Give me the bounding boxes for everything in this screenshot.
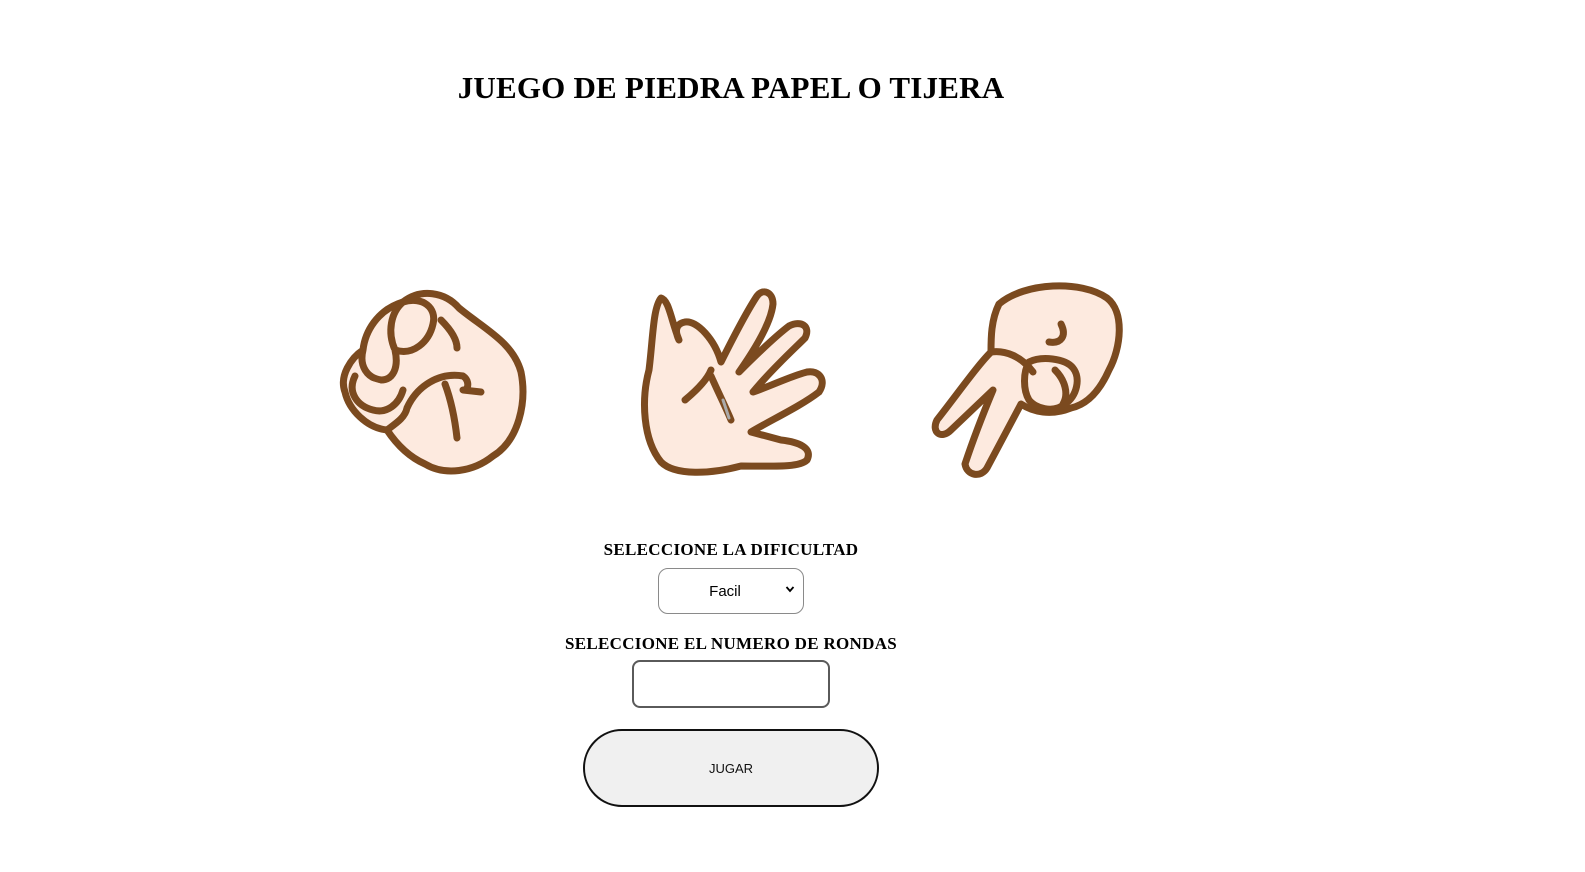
rounds-label: SELECCIONE EL NUMERO DE RONDAS bbox=[564, 634, 898, 653]
page-title: JUEGO DE PIEDRA PAPEL O TIJERA bbox=[457, 70, 1005, 105]
scissors-hand-icon bbox=[931, 282, 1123, 478]
rock-option[interactable] bbox=[333, 280, 533, 480]
rounds-input[interactable] bbox=[632, 660, 830, 708]
hand-options bbox=[0, 280, 1462, 480]
rock-fist-icon bbox=[340, 289, 527, 475]
paper-option[interactable] bbox=[631, 280, 831, 480]
difficulty-select-wrapper: Facil bbox=[658, 568, 804, 614]
paper-open-hand-icon bbox=[641, 288, 826, 476]
scissors-option[interactable] bbox=[929, 280, 1129, 480]
difficulty-label: SELECCIONE LA DIFICULTAD bbox=[603, 540, 859, 559]
play-button[interactable]: JUGAR bbox=[583, 729, 879, 807]
game-setup-form: SELECCIONE LA DIFICULTAD Facil SELECCION… bbox=[0, 536, 1462, 807]
difficulty-select[interactable]: Facil bbox=[658, 568, 804, 614]
